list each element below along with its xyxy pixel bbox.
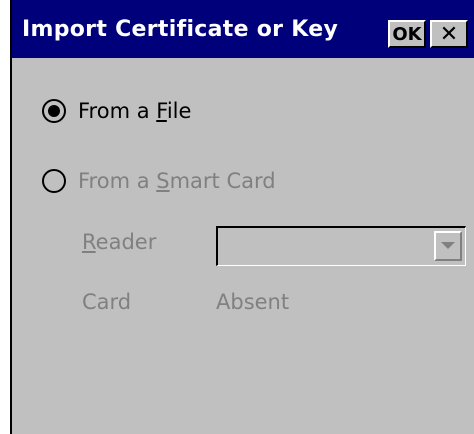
from-smart-card-label: From a Smart Card	[78, 169, 276, 193]
from-file-radio[interactable]	[42, 99, 66, 123]
ok-button[interactable]: OK	[388, 20, 426, 48]
title-bar: Import Certificate or Key OK ✕	[12, 0, 474, 58]
from-file-label: From a File	[78, 99, 192, 123]
from-smart-card-option[interactable]: From a Smart Card	[42, 166, 276, 196]
card-status-value: Absent	[216, 290, 290, 314]
import-certificate-dialog: Import Certificate or Key OK ✕ From a Fi…	[10, 0, 474, 434]
close-button[interactable]: ✕	[430, 20, 468, 48]
reader-label: Reader	[82, 230, 157, 254]
chevron-down-icon	[441, 242, 455, 249]
card-label: Card	[82, 290, 132, 314]
reader-dropdown-button[interactable]	[434, 231, 462, 261]
from-file-option[interactable]: From a File	[42, 96, 191, 126]
from-smart-card-radio[interactable]	[42, 169, 66, 193]
reader-dropdown[interactable]	[216, 226, 466, 266]
close-icon: ✕	[439, 21, 459, 47]
dialog-title: Import Certificate or Key	[22, 17, 339, 42]
